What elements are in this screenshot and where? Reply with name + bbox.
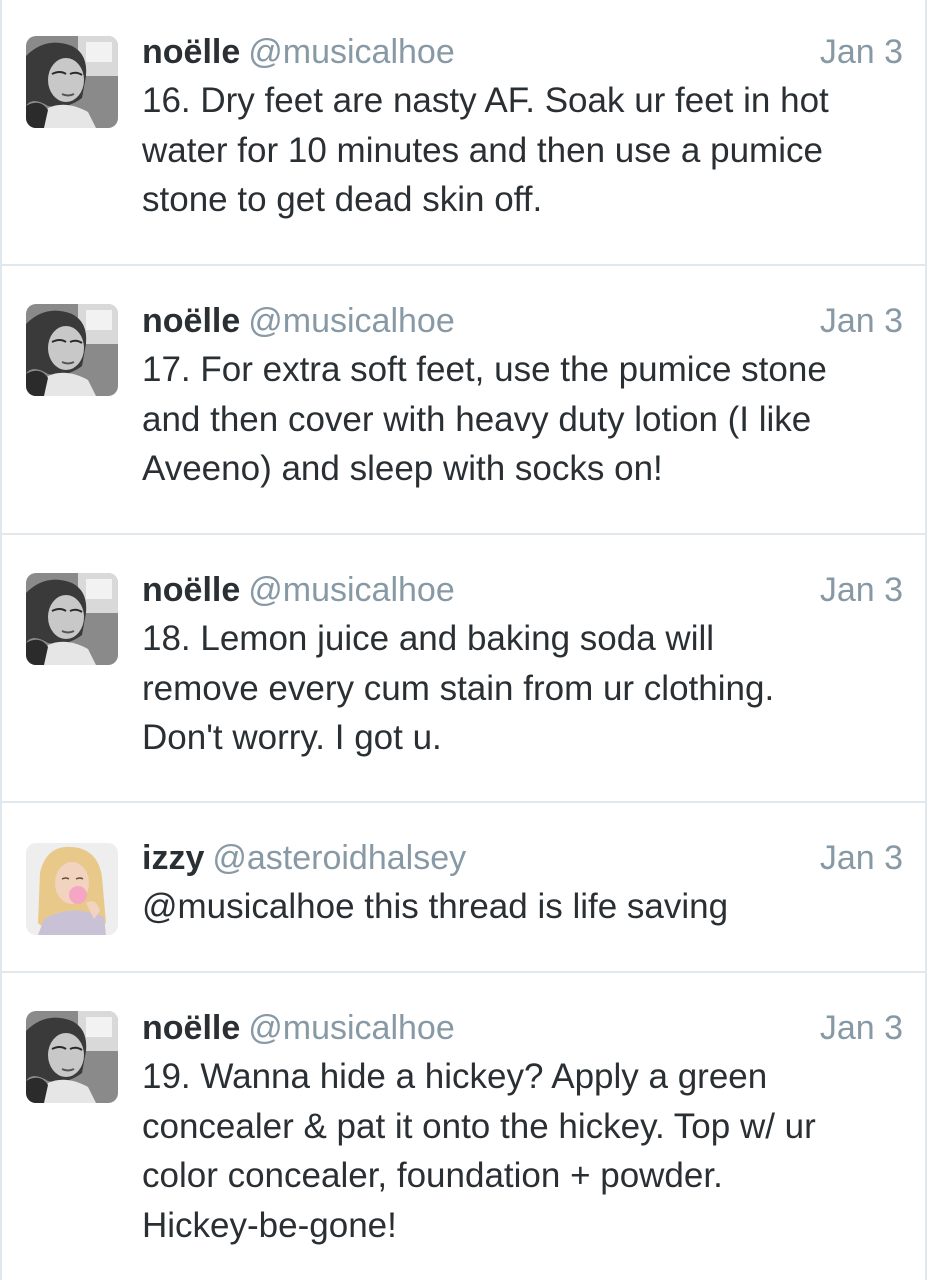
username-handle[interactable]: @asteroidhalsey	[212, 839, 466, 877]
tweet[interactable]: noëlle @musicalhoe Jan 3 18. Lemon juice …	[2, 535, 925, 803]
timestamp[interactable]: Jan 3	[820, 297, 903, 345]
timeline: noëlle @musicalhoe Jan 3 16. Dry feet are…	[0, 0, 927, 1280]
tweet-header: noëlle @musicalhoe Jan 3	[142, 566, 903, 614]
tweet[interactable]: noëlle @musicalhoe Jan 3 17. For extra so…	[2, 266, 925, 535]
tweet-header: izzy @asteroidhalsey Jan 3	[142, 834, 903, 882]
tweet-text: 17. For extra soft feet, use the pumice …	[142, 350, 827, 488]
avatar-izzy-image	[26, 843, 118, 935]
avatar[interactable]	[26, 1011, 118, 1103]
tweet-text: 19. Wanna hide a hickey? Apply a green c…	[142, 1057, 816, 1245]
username-handle[interactable]: @musicalhoe	[248, 1009, 455, 1047]
avatar-noelle-image	[26, 304, 118, 396]
username-handle[interactable]: @musicalhoe	[248, 571, 455, 609]
avatar[interactable]	[26, 573, 118, 665]
display-name[interactable]: noëlle	[142, 33, 240, 71]
timestamp[interactable]: Jan 3	[820, 566, 903, 614]
tweet-text: @musicalhoe this thread is life saving	[142, 887, 729, 926]
tweet-header: noëlle @musicalhoe Jan 3	[142, 297, 903, 345]
timestamp[interactable]: Jan 3	[820, 834, 903, 882]
display-name[interactable]: noëlle	[142, 302, 240, 340]
tweet-header: noëlle @musicalhoe Jan 3	[142, 28, 903, 76]
display-name[interactable]: izzy	[142, 839, 204, 877]
avatar[interactable]	[26, 843, 118, 935]
avatar[interactable]	[26, 304, 118, 396]
tweet[interactable]: izzy @asteroidhalsey Jan 3 @musicalhoe th…	[2, 803, 925, 973]
username-handle[interactable]: @musicalhoe	[248, 302, 455, 340]
avatar-noelle-image	[26, 36, 118, 128]
avatar-noelle-image	[26, 1011, 118, 1103]
avatar-noelle-image	[26, 573, 118, 665]
tweet[interactable]: noëlle @musicalhoe Jan 3 16. Dry feet are…	[2, 0, 925, 266]
avatar[interactable]	[26, 36, 118, 128]
timestamp[interactable]: Jan 3	[820, 28, 903, 76]
tweet[interactable]: noëlle @musicalhoe Jan 3 19. Wanna hide a…	[2, 973, 925, 1280]
display-name[interactable]: noëlle	[142, 571, 240, 609]
timestamp[interactable]: Jan 3	[820, 1004, 903, 1052]
display-name[interactable]: noëlle	[142, 1009, 240, 1047]
username-handle[interactable]: @musicalhoe	[248, 33, 455, 71]
tweet-header: noëlle @musicalhoe Jan 3	[142, 1004, 903, 1052]
tweet-text: 18. Lemon juice and baking soda will rem…	[142, 619, 775, 757]
tweet-text: 16. Dry feet are nasty AF. Soak ur feet …	[142, 81, 829, 219]
